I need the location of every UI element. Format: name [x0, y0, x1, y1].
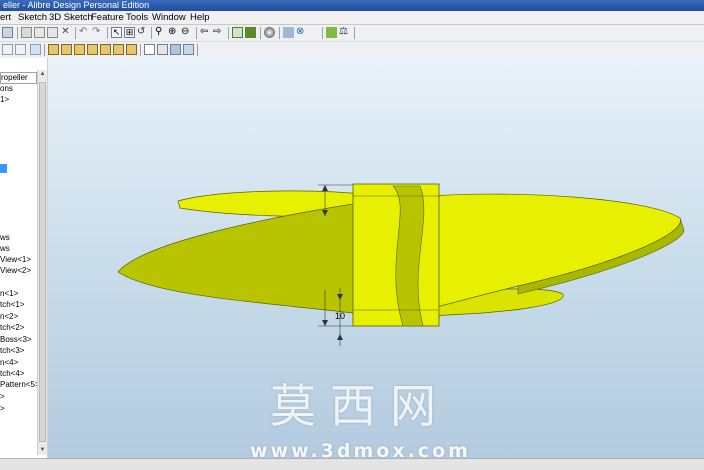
menu-bar: ert Sketch 3D Sketch Feature Tools Windo…: [0, 11, 704, 25]
undo-icon[interactable]: ↶: [79, 27, 90, 38]
tree-item[interactable]: >: [0, 404, 5, 414]
tree-item[interactable]: ws: [0, 233, 10, 243]
paste-icon[interactable]: [47, 27, 58, 38]
section-view-icon[interactable]: [283, 27, 294, 38]
dimension-arrow-icon: [337, 334, 343, 340]
menu-help[interactable]: Help: [190, 11, 210, 24]
back-view-icon[interactable]: [61, 44, 72, 55]
wireframe-icon[interactable]: [144, 44, 155, 55]
tree-root[interactable]: ropeller: [0, 72, 37, 84]
zoom-out-icon[interactable]: ⊖: [181, 27, 192, 38]
dimension-value[interactable]: 10: [335, 311, 345, 321]
tree-item[interactable]: tch<3>: [0, 346, 24, 356]
menu-tools[interactable]: Tools: [126, 11, 148, 24]
toolbar-separator: [260, 27, 261, 39]
view-toolbar: [0, 42, 704, 59]
menu-sketch[interactable]: Sketch: [18, 11, 47, 24]
delete-icon[interactable]: ✕: [60, 27, 71, 38]
tree-item[interactable]: n<2>: [0, 312, 18, 322]
measure-icon[interactable]: [245, 27, 256, 38]
scroll-thumb[interactable]: [39, 82, 46, 442]
check-icon[interactable]: [326, 27, 337, 38]
shaded-icon[interactable]: [170, 44, 181, 55]
tree-item[interactable]: View<1>: [0, 255, 31, 265]
zoom-icon[interactable]: ⚲: [155, 27, 166, 38]
menu-3d-sketch[interactable]: 3D Sketch: [49, 11, 93, 24]
previous-view-icon[interactable]: ⇦: [200, 27, 211, 38]
scroll-down-icon[interactable]: ▼: [39, 446, 46, 455]
tree-item[interactable]: n<4>: [0, 358, 18, 368]
toolbar-separator: [17, 27, 18, 39]
dimension-arrow-icon: [322, 320, 328, 326]
3d-viewport[interactable]: 10: [48, 58, 704, 458]
front-view-icon[interactable]: [48, 44, 59, 55]
copy-icon[interactable]: [34, 27, 45, 38]
tree-item[interactable]: tch<2>: [0, 323, 24, 333]
select-box-icon[interactable]: ⊞: [124, 27, 135, 38]
right-view-icon[interactable]: [87, 44, 98, 55]
feature-tool-icon[interactable]: [232, 27, 243, 38]
toolbar-separator: [354, 27, 355, 39]
tree-item[interactable]: n<1>: [0, 289, 18, 299]
menu-window[interactable]: Window: [152, 11, 186, 24]
tree-item-selected[interactable]: [0, 164, 7, 173]
tree-item[interactable]: View<2>: [0, 266, 31, 276]
toolbar-separator: [197, 44, 198, 56]
standard-toolbar: ✕ ↶ ↷ ↖ ⊞ ↺ ⚲ ⊕ ⊖ ⇦ ⇨ ⊗ ⚖: [0, 25, 704, 42]
cut-icon[interactable]: [21, 27, 32, 38]
toolbar-separator: [228, 27, 229, 39]
mass-properties-icon[interactable]: ⚖: [339, 27, 350, 38]
toolbar-separator: [279, 27, 280, 39]
select-arrow-icon[interactable]: ↖: [111, 27, 122, 38]
top-view-icon[interactable]: [100, 44, 111, 55]
scroll-up-icon[interactable]: ▲: [39, 70, 46, 79]
left-view-icon[interactable]: [74, 44, 85, 55]
tree-item[interactable]: 1>: [0, 95, 9, 105]
menu-feature[interactable]: Feature: [91, 11, 124, 24]
toolbar-separator: [196, 27, 197, 39]
toolbar-separator: [322, 27, 323, 39]
zoom-in-icon[interactable]: ⊕: [168, 27, 179, 38]
tree-item[interactable]: tch<4>: [0, 369, 24, 379]
tree-item[interactable]: ons: [0, 84, 13, 94]
panel-split-icon[interactable]: [15, 44, 26, 55]
render-sphere-icon[interactable]: [264, 27, 275, 38]
blade-left: [117, 199, 379, 317]
toolbar-separator: [140, 44, 141, 56]
window-title: eller - Alibre Design Personal Edition: [3, 0, 150, 10]
status-bar: [0, 458, 704, 470]
panel-toggle-icon[interactable]: [2, 44, 13, 55]
rotate-icon[interactable]: ↺: [137, 27, 148, 38]
tree-item[interactable]: ws: [0, 244, 10, 254]
tree-item[interactable]: tch<1>: [0, 300, 24, 310]
toolbar-separator: [44, 44, 45, 56]
tree-scrollbar[interactable]: ▲ ▼: [37, 70, 47, 455]
constraint-icon[interactable]: ⊗: [296, 27, 307, 38]
view-orient-icon[interactable]: [30, 44, 41, 55]
propeller-model[interactable]: 10: [48, 58, 704, 458]
hidden-lines-icon[interactable]: [157, 44, 168, 55]
dimension-arrow-icon: [322, 185, 328, 191]
title-bar: eller - Alibre Design Personal Edition: [0, 0, 704, 11]
print-icon[interactable]: [2, 27, 13, 38]
next-view-icon[interactable]: ⇨: [213, 27, 224, 38]
toolbar-separator: [107, 27, 108, 39]
propeller-hub: [352, 183, 440, 327]
bottom-view-icon[interactable]: [113, 44, 124, 55]
tree-item[interactable]: Boss<3>: [0, 335, 32, 345]
toolbar-separator: [151, 27, 152, 39]
tree-item[interactable]: Pattern<5>: [0, 380, 40, 390]
tree-item[interactable]: >: [0, 392, 5, 402]
toolbar-separator: [75, 27, 76, 39]
isometric-view-icon[interactable]: [126, 44, 137, 55]
shaded-edges-icon[interactable]: [183, 44, 194, 55]
menu-insert[interactable]: ert: [0, 11, 11, 24]
redo-icon[interactable]: ↷: [92, 27, 103, 38]
